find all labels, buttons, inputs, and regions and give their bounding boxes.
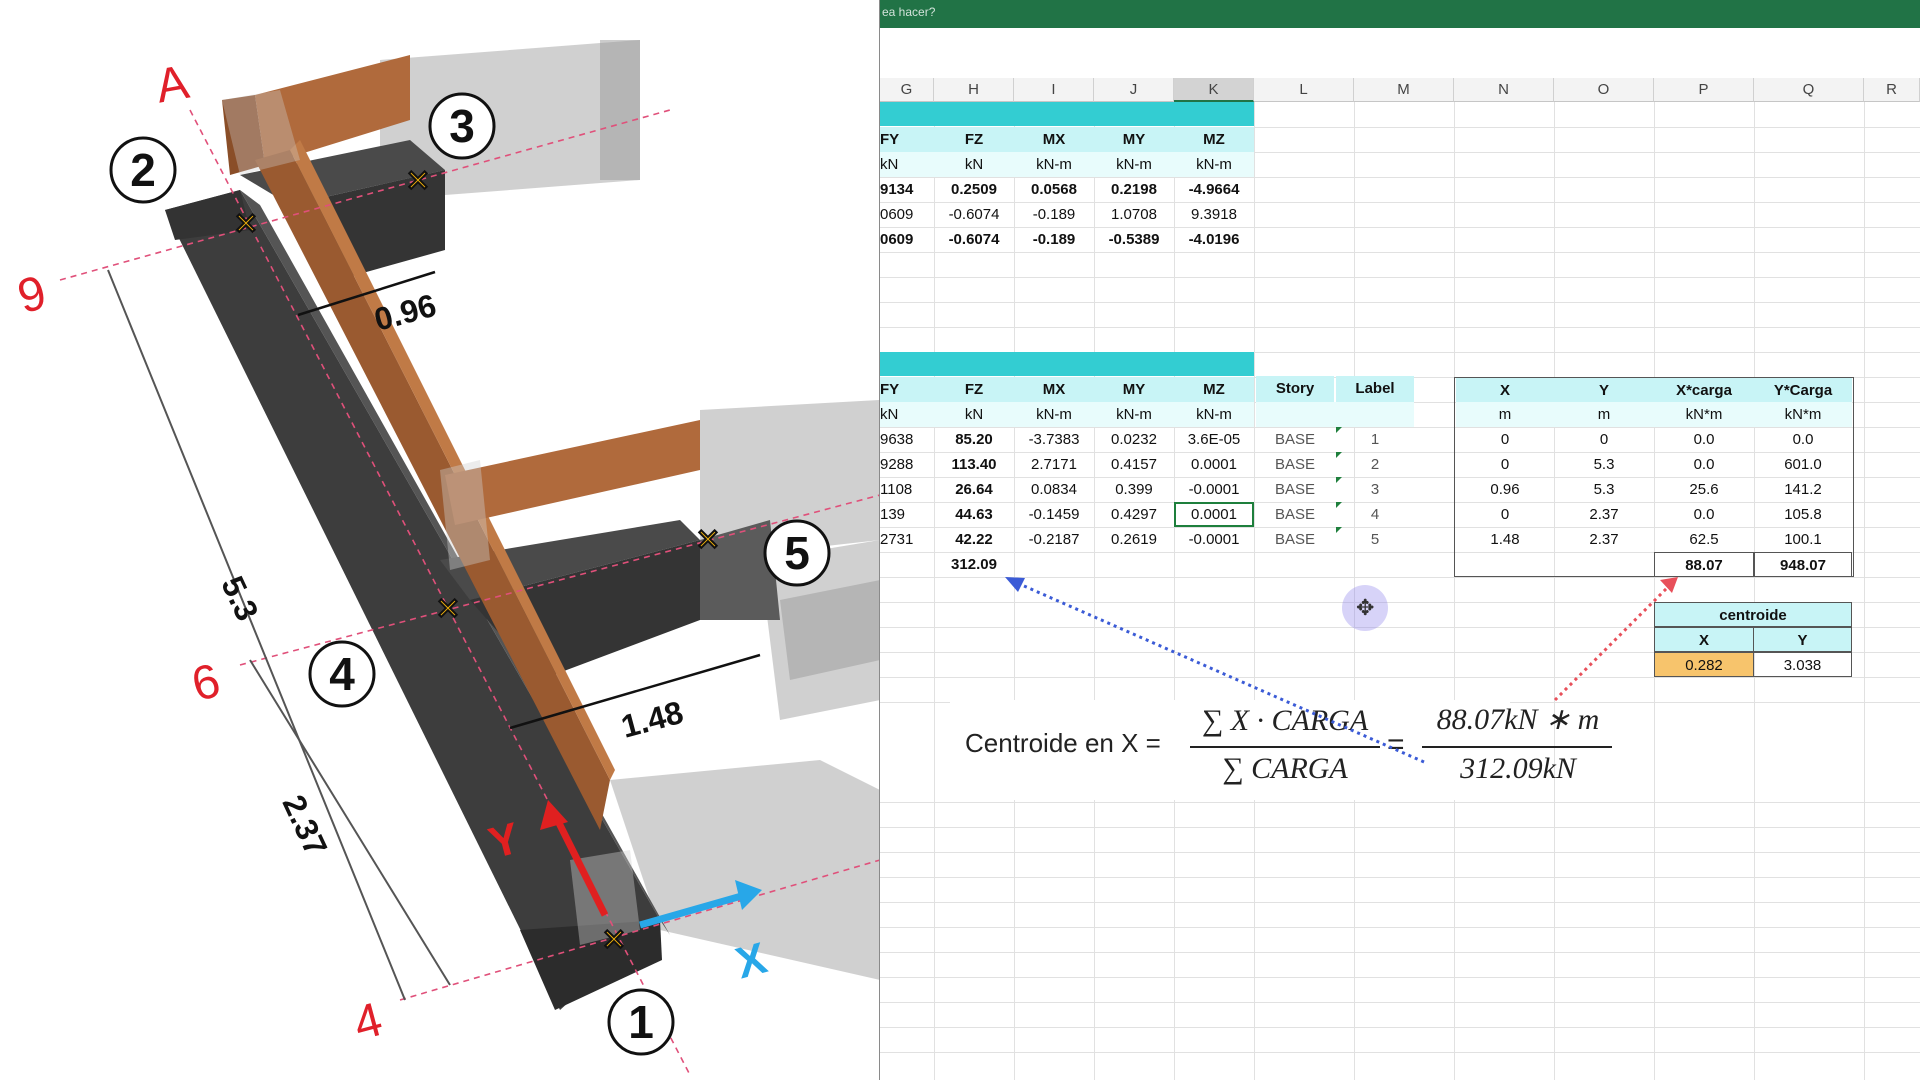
marker-icon: ✕ (435, 593, 460, 626)
dimension-5-3: 5.3 (214, 571, 265, 627)
blue-arrow-head (1005, 577, 1025, 592)
excel-window: ea hacer? G H I J K L M N O P Q R FY FZ … (880, 0, 1920, 1080)
node-number-2: 2 (130, 144, 156, 196)
dimension-1-48: 1.48 (617, 694, 686, 745)
grid-label-a: A (152, 56, 193, 114)
red-arrow-head (1660, 577, 1678, 593)
node-number-3: 3 (449, 100, 475, 152)
node-number-1: 1 (628, 996, 654, 1048)
node-number-4: 4 (329, 648, 355, 700)
node-number-5: 5 (784, 527, 810, 579)
red-dotted-arrow (1553, 583, 1672, 702)
marker-icon: ✕ (233, 208, 258, 241)
cell-cursor-icon: ✥ (1356, 595, 1375, 620)
grid-label-4: 4 (348, 993, 388, 1051)
annotation-arrows (1005, 577, 1678, 764)
marker-icon: ✕ (405, 165, 430, 198)
grid-label-9: 9 (12, 266, 52, 324)
grid-label-6: 6 (186, 654, 226, 712)
model-drawing: ✕ ✕ ✕ ✕ ✕ 1 2 3 4 5 A 9 6 4 0.96 1.48 5.… (12, 40, 879, 1076)
marker-icon: ✕ (601, 924, 626, 957)
marker-icon: ✕ (695, 524, 720, 557)
dimension-2-37: 2.37 (275, 790, 334, 862)
dimension-0-96: 0.96 (370, 287, 439, 338)
mouse-cursor-highlight: ✥ (1342, 585, 1388, 631)
structural-model-view: ✕ ✕ ✕ ✕ ✕ 1 2 3 4 5 A 9 6 4 0.96 1.48 5.… (0, 0, 880, 1080)
